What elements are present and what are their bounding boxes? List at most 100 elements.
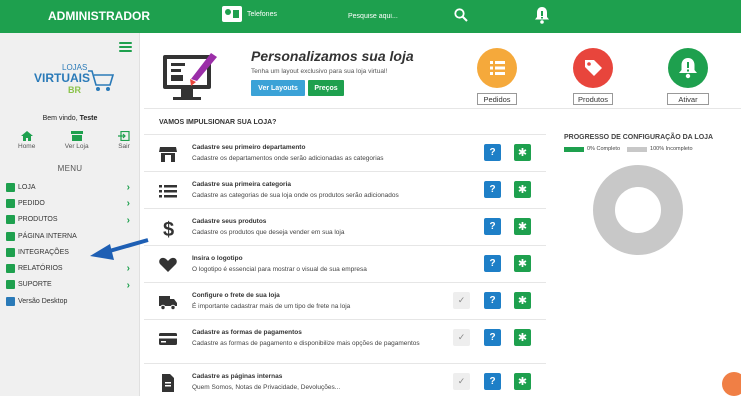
settings-button[interactable]: ✱ [514, 329, 531, 346]
sidebar-item-label: LOJA [18, 183, 36, 191]
quick-exit[interactable]: Sair [117, 131, 130, 150]
activate-label[interactable]: Ativar [667, 93, 709, 105]
help-button[interactable]: ? [484, 218, 501, 235]
help-button[interactable]: ? [484, 329, 501, 346]
task-item: $ Cadastre seus produtos Cadastre os pro… [144, 208, 546, 245]
store-icon [6, 182, 15, 192]
tag-icon [585, 60, 602, 76]
ver-layouts-button[interactable]: Ver Layouts [251, 80, 305, 96]
task-title: Configure o frete de sua loja [192, 292, 280, 299]
legend-complete-swatch [564, 146, 584, 152]
task-title: Cadastre as páginas internas [192, 373, 283, 380]
menu-title: MENU [57, 164, 83, 173]
help-button[interactable]: ? [484, 144, 501, 161]
sidebar-item-label: PÁGINA INTERNA [18, 232, 77, 240]
sidebar: LOJAS VIRTUAIS BR Bem vindo, Teste Home … [0, 33, 140, 396]
products-label[interactable]: Produtos [573, 93, 613, 105]
precos-button[interactable]: Preços [308, 80, 344, 96]
store-icon [159, 147, 177, 162]
search-icon[interactable] [454, 8, 468, 22]
banner-subtitle: Tenha um layout exclusivo para sua loja … [251, 68, 388, 75]
progress-title: PROGRESSO DE CONFIGURAÇÃO DA LOJA [564, 134, 714, 141]
task-desc: Cadastre os departamentos onde serão adi… [192, 155, 384, 162]
sidebar-item-produtos[interactable]: PRODUTOS › [6, 212, 132, 228]
dollar-icon: $ [163, 219, 174, 238]
welcome-text: Bem vindo, Teste [0, 115, 140, 122]
task-title: Cadastre sua primeira categoria [192, 181, 291, 188]
settings-button[interactable]: ✱ [514, 292, 531, 309]
legend-incomplete: 100% Incompleto [650, 146, 693, 152]
section-heading: VAMOS IMPULSIONAR SUA LOJA? [159, 119, 277, 126]
quick-home[interactable]: Home [18, 131, 35, 150]
progress-donut-chart [593, 165, 683, 255]
svg-text:$: $ [163, 219, 174, 238]
help-button[interactable]: ? [484, 292, 501, 309]
svg-text:VIRTUAIS: VIRTUAIS [34, 71, 90, 85]
sidebar-item-pedido[interactable]: PEDIDO › [6, 195, 132, 211]
help-button[interactable]: ? [484, 255, 501, 272]
pointer-arrow-icon [90, 238, 149, 260]
phones-link[interactable]: Telefones [222, 6, 277, 22]
task-title: Cadastre seus produtos [192, 218, 267, 225]
task-item: Cadastre as formas de pagamentos Cadastr… [144, 319, 546, 363]
legend-incomplete-swatch [627, 146, 648, 152]
help-button[interactable]: ? [484, 181, 501, 198]
svg-text:BR: BR [68, 85, 81, 95]
promo-banner: Personalizamos sua loja Tenha um layout … [144, 40, 741, 108]
progress-legend: 0% Completo 100% Incompleto [564, 146, 741, 152]
task-title: Cadastre seu primeiro departamento [192, 144, 306, 151]
sidebar-item-label: INTEGRAÇÕES [18, 248, 69, 256]
card-icon [159, 333, 177, 345]
activate-shortcut[interactable] [668, 48, 708, 88]
legend-complete: 0% Completo [587, 146, 621, 152]
list-icon [490, 61, 505, 75]
bell-icon [679, 58, 697, 79]
task-item: Cadastre as páginas internas Quem Somos,… [144, 363, 546, 400]
chat-button[interactable] [722, 372, 741, 396]
app-title: ADMINISTRADOR [48, 9, 150, 23]
orders-shortcut[interactable] [477, 48, 517, 88]
sidebar-item-versao-desktop[interactable]: Versão Desktop [6, 293, 132, 309]
products-shortcut[interactable] [573, 48, 613, 88]
task-desc: Quem Somos, Notas de Privacidade, Devolu… [192, 384, 341, 391]
search-input[interactable] [348, 8, 438, 24]
task-desc: O logotipo é essencial para mostrar o vi… [192, 266, 367, 273]
task-item: Insira o logotipo O logotipo é essencial… [144, 245, 546, 282]
store-logo[interactable]: LOJAS VIRTUAIS BR [32, 57, 116, 101]
monitor-icon [6, 296, 15, 306]
task-desc: Cadastre as formas de pagamento e dispon… [192, 340, 420, 347]
chevron-right-icon: › [126, 198, 130, 210]
bell-icon[interactable] [534, 6, 550, 24]
sidebar-item-loja[interactable]: LOJA › [6, 179, 132, 195]
quick-store[interactable]: Ver Loja [65, 131, 89, 150]
integration-icon [6, 247, 15, 257]
sidebar-item-suporte[interactable]: SUPORTE › [6, 277, 132, 293]
monitor-brush-icon [163, 53, 217, 100]
sidebar-item-label: SUPORTE [18, 281, 52, 289]
orders-label[interactable]: Pedidos [477, 93, 517, 105]
settings-button[interactable]: ✱ [514, 181, 531, 198]
hamburger-menu-icon[interactable] [119, 42, 132, 53]
settings-button[interactable]: ✱ [514, 373, 531, 390]
task-desc: Cadastre as categorias de sua loja onde … [192, 192, 399, 199]
help-button[interactable]: ? [484, 373, 501, 390]
task-item: Cadastre sua primeira categoria Cadastre… [144, 171, 546, 208]
task-item: Configure o frete de sua loja É importan… [144, 282, 546, 319]
settings-button[interactable]: ✱ [514, 255, 531, 272]
list-icon [159, 185, 177, 198]
report-icon [6, 264, 15, 274]
sidebar-item-label: PRODUTOS [18, 216, 58, 224]
setup-task-list: Cadastre seu primeiro departamento Cadas… [144, 134, 546, 400]
file-icon [162, 374, 174, 392]
plus-icon [6, 215, 15, 225]
section-header: VAMOS IMPULSIONAR SUA LOJA? [144, 108, 741, 134]
user-name: Teste [79, 115, 98, 122]
task-desc: Cadastre os produtos que deseja vender e… [192, 229, 345, 236]
phones-label: Telefones [247, 10, 277, 18]
check-icon: ✓ [453, 292, 470, 309]
heart-icon [159, 257, 177, 272]
task-item: Cadastre seu primeiro departamento Cadas… [144, 134, 546, 171]
settings-button[interactable]: ✱ [514, 218, 531, 235]
page-icon [6, 231, 15, 241]
settings-button[interactable]: ✱ [514, 144, 531, 161]
